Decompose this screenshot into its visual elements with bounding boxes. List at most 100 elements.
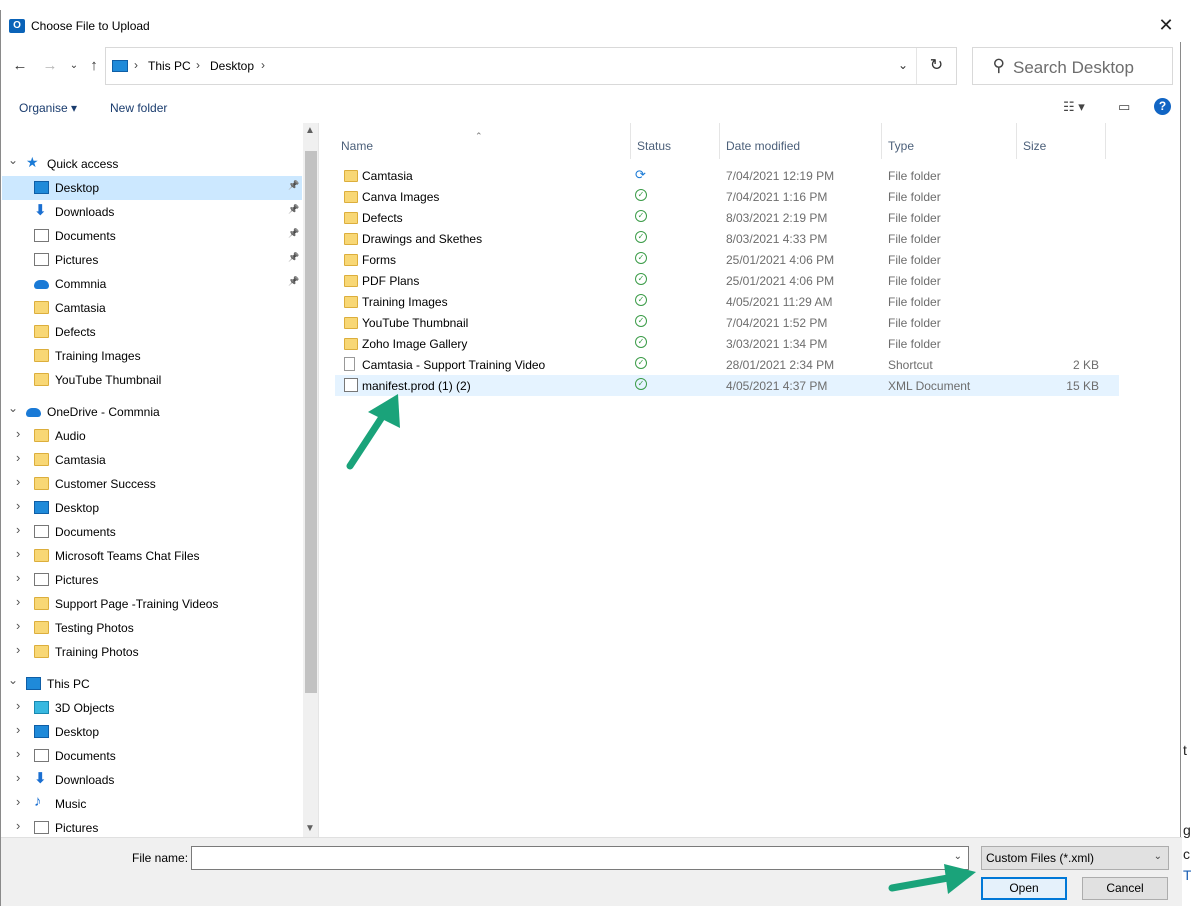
forward-arrow-icon[interactable]: →: [41, 56, 59, 76]
chevron-right-icon[interactable]: ›: [16, 426, 20, 441]
sidebar-item[interactable]: › Testing Photos: [2, 616, 302, 640]
sidebar-item[interactable]: › Audio: [2, 424, 302, 448]
sidebar-item[interactable]: › Training Photos: [2, 640, 302, 664]
new-folder-button[interactable]: New folder: [110, 101, 167, 115]
scroll-down-icon[interactable]: ▼: [305, 823, 315, 834]
sidebar-item[interactable]: ⌄ This PC: [2, 672, 302, 696]
breadcrumb-desktop[interactable]: Desktop: [210, 59, 254, 73]
sidebar-item[interactable]: › Support Page -Training Videos: [2, 592, 302, 616]
sidebar-item[interactable]: Defects: [2, 320, 302, 344]
up-arrow-icon[interactable]: ↑: [85, 56, 103, 76]
chevron-down-icon[interactable]: ⌄: [8, 401, 18, 415]
sidebar-item[interactable]: YouTube Thumbnail: [2, 368, 302, 392]
chevron-right-icon[interactable]: ›: [16, 498, 20, 513]
chevron-right-icon[interactable]: ›: [16, 770, 20, 785]
pin-icon[interactable]: 📌: [288, 252, 299, 263]
chevron-right-icon[interactable]: ›: [16, 474, 20, 489]
chevron-right-icon[interactable]: ›: [16, 618, 20, 633]
sidebar-item[interactable]: Training Images: [2, 344, 302, 368]
file-row[interactable]: Training Images 4/05/2021 11:29 AM File fo…: [335, 291, 1119, 312]
sidebar-item[interactable]: › Customer Success: [2, 472, 302, 496]
column-header-size[interactable]: Size: [1017, 123, 1106, 159]
sidebar-scroll-thumb[interactable]: [305, 151, 317, 693]
column-header-status[interactable]: Status: [631, 123, 720, 159]
back-arrow-icon[interactable]: ←: [11, 56, 29, 76]
column-header-date-modified[interactable]: Date modified: [720, 123, 882, 159]
sidebar-item[interactable]: › ♪ Music: [2, 792, 302, 816]
file-row[interactable]: Camtasia - Support Training Video 28/01/2…: [335, 354, 1119, 375]
chevron-right-icon[interactable]: ›: [16, 698, 20, 713]
address-dropdown-icon[interactable]: ⌄: [898, 58, 908, 72]
file-name-input[interactable]: ⌄: [191, 846, 969, 870]
sidebar-item[interactable]: Desktop 📌: [2, 176, 302, 200]
address-bar[interactable]: › This PC › Desktop › ⌄ ↻: [105, 47, 957, 85]
breadcrumb-this-pc[interactable]: This PC: [148, 59, 191, 73]
search-placeholder: Search Desktop: [1013, 58, 1134, 77]
search-box[interactable]: ⚲ Search Desktop: [972, 47, 1173, 85]
open-button[interactable]: Open: [981, 877, 1067, 900]
close-button[interactable]: ✕: [1154, 14, 1178, 38]
help-icon[interactable]: ?: [1154, 98, 1171, 115]
file-row[interactable]: Camtasia 7/04/2021 12:19 PM File folder ⟳: [335, 165, 1119, 186]
sidebar-item[interactable]: ⬇ Downloads 📌: [2, 200, 302, 224]
sidebar-item[interactable]: › Camtasia: [2, 448, 302, 472]
file-row[interactable]: Canva Images 7/04/2021 1:16 PM File folder…: [335, 186, 1119, 207]
sidebar-item[interactable]: Camtasia: [2, 296, 302, 320]
sidebar-item[interactable]: › Documents: [2, 744, 302, 768]
filter-dropdown-icon[interactable]: ⌄: [1154, 851, 1162, 862]
sidebar-item[interactable]: Commnia 📌: [2, 272, 302, 296]
scroll-up-icon[interactable]: ▲: [305, 125, 315, 136]
chevron-right-icon[interactable]: ›: [16, 642, 20, 657]
chevron-right-icon[interactable]: ›: [16, 818, 20, 833]
column-header-type[interactable]: Type: [882, 123, 1017, 159]
file-row[interactable]: Drawings and Skethes 8/03/2021 4:33 PM Fil…: [335, 228, 1119, 249]
refresh-button[interactable]: ↻: [916, 48, 956, 84]
organise-button[interactable]: Organise ▾: [19, 101, 77, 115]
chevron-right-icon[interactable]: ›: [16, 522, 20, 537]
chevron-down-icon[interactable]: ⌄: [8, 153, 18, 167]
folder-icon: [34, 349, 49, 362]
sidebar-item[interactable]: › Desktop: [2, 720, 302, 744]
folder-icon: [344, 170, 358, 182]
view-options-icon[interactable]: ☷ ▾: [1063, 99, 1085, 115]
sidebar-item[interactable]: ⌄ OneDrive - Commnia: [2, 400, 302, 424]
pin-icon[interactable]: 📌: [288, 180, 299, 191]
chevron-right-icon[interactable]: ›: [16, 746, 20, 761]
sidebar-item-label: Audio: [55, 429, 86, 443]
chevron-right-icon[interactable]: ›: [16, 570, 20, 585]
sidebar-item[interactable]: › Documents: [2, 520, 302, 544]
sidebar-item[interactable]: › Desktop: [2, 496, 302, 520]
sidebar-item[interactable]: › ⬇ Downloads: [2, 768, 302, 792]
chevron-right-icon[interactable]: ›: [16, 594, 20, 609]
sidebar-item[interactable]: ⌄ ★ Quick access: [2, 152, 302, 176]
file-type-filter[interactable]: Custom Files (*.xml) ⌄: [981, 846, 1169, 870]
column-header-name[interactable]: Name: [335, 123, 631, 159]
recent-locations-chevron-icon[interactable]: ⌄: [65, 56, 83, 76]
chevron-right-icon[interactable]: ›: [16, 722, 20, 737]
sidebar-item[interactable]: Pictures 📌: [2, 248, 302, 272]
sidebar-scrollbar[interactable]: ▲ ▼: [303, 123, 318, 837]
file-row[interactable]: Zoho Image Gallery 3/03/2021 1:34 PM File …: [335, 333, 1119, 354]
chevron-down-icon[interactable]: ⌄: [8, 673, 18, 687]
sidebar-item[interactable]: Documents 📌: [2, 224, 302, 248]
pin-icon[interactable]: 📌: [288, 276, 299, 287]
pin-icon[interactable]: 📌: [288, 204, 299, 215]
chevron-right-icon[interactable]: ›: [16, 450, 20, 465]
file-row[interactable]: YouTube Thumbnail 7/04/2021 1:52 PM File f…: [335, 312, 1119, 333]
file-name: Forms: [362, 253, 396, 267]
file-row[interactable]: manifest.prod (1) (2) 4/05/2021 4:37 PM XM…: [335, 375, 1119, 396]
sidebar-item[interactable]: › Microsoft Teams Chat Files: [2, 544, 302, 568]
file-row[interactable]: Defects 8/03/2021 2:19 PM File folder ✓: [335, 207, 1119, 228]
chevron-right-icon[interactable]: ›: [16, 546, 20, 561]
sidebar-item[interactable]: › 3D Objects: [2, 696, 302, 720]
pin-icon[interactable]: 📌: [288, 228, 299, 239]
sidebar-item[interactable]: › Pictures: [2, 568, 302, 592]
preview-pane-icon[interactable]: ▭: [1118, 99, 1130, 115]
cancel-button[interactable]: Cancel: [1082, 877, 1168, 900]
sidebar-item[interactable]: › Pictures: [2, 816, 302, 837]
chevron-right-icon[interactable]: ›: [16, 794, 20, 809]
file-name-dropdown-icon[interactable]: ⌄: [954, 851, 962, 862]
file-row[interactable]: PDF Plans 25/01/2021 4:06 PM File folder ✓: [335, 270, 1119, 291]
file-row[interactable]: Forms 25/01/2021 4:06 PM File folder ✓: [335, 249, 1119, 270]
file-name: Defects: [362, 211, 403, 225]
